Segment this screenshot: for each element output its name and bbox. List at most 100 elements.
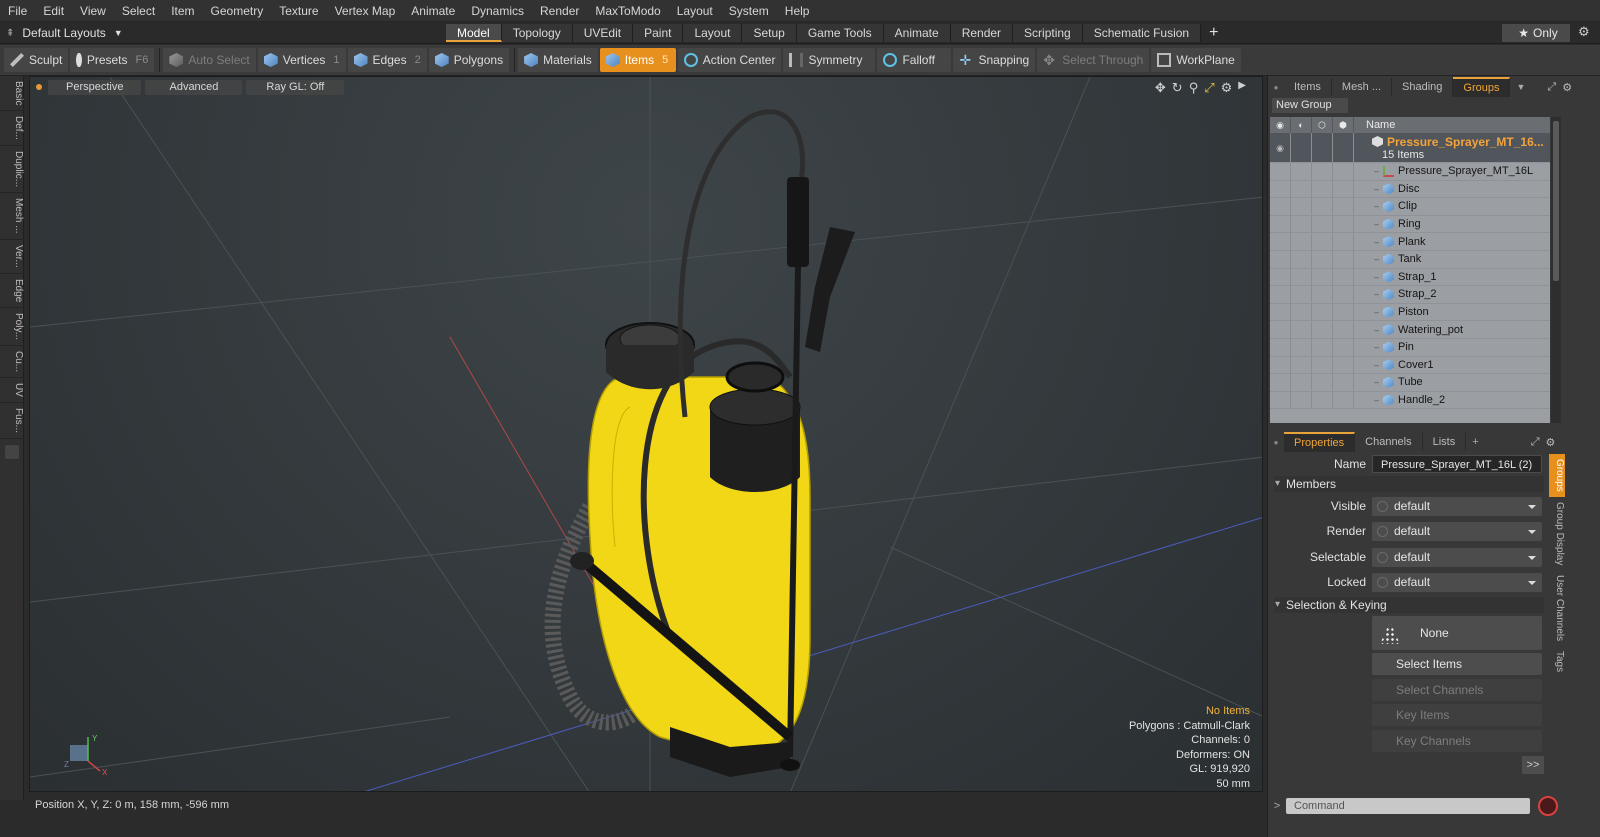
- menu-layout[interactable]: Layout: [669, 0, 721, 22]
- advanced-button[interactable]: Advanced: [145, 79, 243, 95]
- menu-edit[interactable]: Edit: [35, 0, 72, 22]
- tab-uvedit[interactable]: UVEdit: [572, 24, 634, 42]
- none-button[interactable]: None: [1372, 616, 1542, 650]
- menu-file[interactable]: File: [0, 0, 35, 22]
- tree-item-row[interactable]: – Clip: [1270, 198, 1550, 216]
- menu-view[interactable]: View: [72, 0, 114, 22]
- select-through-button[interactable]: ✥ Select Through: [1037, 48, 1150, 72]
- visible-dropdown[interactable]: default: [1372, 496, 1542, 516]
- tab-game-tools[interactable]: Game Tools: [796, 24, 884, 42]
- more-button[interactable]: >>: [1522, 756, 1544, 774]
- panel-expand-icon[interactable]: ⤢: [1547, 81, 1556, 94]
- menu-texture[interactable]: Texture: [271, 0, 326, 22]
- symmetry-button[interactable]: Symmetry: [783, 48, 876, 72]
- tab-items[interactable]: Items: [1284, 78, 1332, 96]
- panel-gear-icon[interactable]: ⚙: [1562, 81, 1572, 94]
- lock-column-icon[interactable]: ⬡: [1312, 117, 1333, 133]
- viewport-more-icon[interactable]: ▶: [1238, 80, 1246, 96]
- workplane-button[interactable]: WorkPlane: [1151, 48, 1241, 72]
- tab-layout[interactable]: Layout: [683, 24, 743, 42]
- maximize-icon[interactable]: ⤢: [1204, 80, 1214, 96]
- view-mode-button[interactable]: Perspective: [48, 79, 142, 95]
- layout-selector[interactable]: ⇞ Default Layouts ▼: [6, 22, 123, 44]
- edges-button[interactable]: Edges 2: [347, 48, 427, 72]
- tabs-dropdown-icon[interactable]: ▼: [1516, 82, 1525, 92]
- eye-icon[interactable]: ◉: [1270, 133, 1291, 162]
- falloff-button[interactable]: Falloff: [877, 48, 952, 72]
- tree-item-row[interactable]: – Watering_pot: [1270, 321, 1550, 339]
- tab-shading[interactable]: Shading: [1392, 78, 1454, 96]
- tab-model[interactable]: Model: [446, 24, 502, 42]
- tooltab-fusion[interactable]: Fus...: [0, 403, 24, 440]
- tooltab-vertex[interactable]: Ver...: [0, 240, 24, 274]
- tooltab-edge[interactable]: Edge: [0, 274, 24, 309]
- menu-select[interactable]: Select: [114, 0, 163, 22]
- tooltab-duplicate[interactable]: Duplic...: [0, 146, 24, 194]
- sidetab-groups[interactable]: Groups: [1549, 454, 1565, 497]
- tab-channels[interactable]: Channels: [1355, 433, 1423, 451]
- tree-item-row[interactable]: – Piston: [1270, 303, 1550, 322]
- tree-item-row[interactable]: – Tank: [1270, 250, 1550, 269]
- auto-select-button[interactable]: Auto Select: [163, 48, 256, 72]
- render-dropdown[interactable]: default: [1372, 521, 1542, 541]
- tab-setup[interactable]: Setup: [742, 24, 797, 42]
- name-field[interactable]: Pressure_Sprayer_MT_16L (2): [1372, 455, 1542, 473]
- menu-animate[interactable]: Animate: [403, 0, 463, 22]
- tab-paint[interactable]: Paint: [633, 24, 684, 42]
- tooltab-uv[interactable]: UV: [0, 378, 24, 404]
- menu-system[interactable]: System: [721, 0, 777, 22]
- tab-mesh[interactable]: Mesh ...: [1332, 78, 1393, 96]
- tab-topology[interactable]: Topology: [501, 24, 573, 42]
- tree-item-row[interactable]: – Plank: [1270, 233, 1550, 251]
- panel-expand-icon[interactable]: ⤢: [1531, 436, 1540, 449]
- snapping-button[interactable]: ✛ Snapping: [953, 48, 1036, 72]
- tooltab-basic[interactable]: Basic: [0, 76, 24, 112]
- members-section[interactable]: Members: [1274, 476, 1544, 492]
- pan-icon[interactable]: ✥: [1155, 80, 1166, 96]
- tree-item-row[interactable]: – Strap_1: [1270, 268, 1550, 287]
- gear-icon[interactable]: ⚙: [1578, 24, 1590, 40]
- tooltab-deform[interactable]: Def...: [0, 111, 24, 147]
- group-row[interactable]: ◉ Pressure_Sprayer_MT_16... 15 Items: [1270, 133, 1550, 163]
- materials-button[interactable]: Materials: [518, 48, 598, 72]
- select-channels-button[interactable]: Select Channels: [1372, 679, 1542, 701]
- select-items-button[interactable]: Select Items: [1372, 653, 1542, 675]
- zoom-icon[interactable]: ⚲: [1189, 80, 1199, 96]
- select-column-icon[interactable]: ⬢: [1333, 117, 1354, 133]
- rotate-icon[interactable]: ↻: [1172, 80, 1183, 96]
- presets-button[interactable]: Presets F6: [70, 48, 155, 72]
- selectable-dropdown[interactable]: default: [1372, 547, 1542, 567]
- tab-properties[interactable]: Properties: [1284, 432, 1356, 452]
- tab-groups[interactable]: Groups: [1453, 77, 1511, 97]
- tree-scrollbar[interactable]: [1551, 117, 1561, 423]
- key-channels-button[interactable]: Key Channels: [1372, 730, 1542, 752]
- ray-gl-button[interactable]: Ray GL: Off: [246, 79, 345, 95]
- sculpt-button[interactable]: Sculpt: [4, 48, 69, 72]
- key-items-button[interactable]: Key Items: [1372, 704, 1542, 726]
- tab-schematic-fusion[interactable]: Schematic Fusion: [1082, 24, 1202, 42]
- render-column-icon[interactable]: ◐: [1291, 117, 1312, 133]
- tab-render[interactable]: Render: [950, 24, 1014, 42]
- record-icon[interactable]: [1538, 796, 1558, 816]
- tree-item-row[interactable]: – Strap_2: [1270, 286, 1550, 304]
- tab-animate[interactable]: Animate: [883, 24, 951, 42]
- tab-lists[interactable]: Lists: [1423, 433, 1467, 451]
- menu-geometry[interactable]: Geometry: [203, 0, 272, 22]
- tree-scroll-thumb[interactable]: [1553, 121, 1559, 281]
- menu-help[interactable]: Help: [777, 0, 818, 22]
- new-group-button[interactable]: New Group: [1272, 98, 1348, 113]
- tree-item-row[interactable]: – Disc: [1270, 180, 1550, 199]
- sidetab-user-channels[interactable]: User Channels: [1549, 570, 1565, 646]
- items-button[interactable]: Items 5: [599, 48, 676, 72]
- vertices-button[interactable]: Vertices 1: [257, 48, 346, 72]
- viewport-menu-dot-icon[interactable]: [36, 84, 42, 90]
- tree-item-row[interactable]: – Ring: [1270, 215, 1550, 234]
- only-toggle[interactable]: ★ Only: [1502, 24, 1570, 42]
- sidetab-group-display[interactable]: Group Display: [1549, 497, 1565, 570]
- sidetab-tags[interactable]: Tags: [1549, 646, 1565, 677]
- tooltab-curve[interactable]: Cu...: [0, 346, 24, 379]
- polygons-button[interactable]: Polygons: [428, 48, 510, 72]
- eye-column-icon[interactable]: ◉: [1270, 117, 1291, 133]
- menu-item[interactable]: Item: [163, 0, 202, 22]
- 3d-viewport[interactable]: Y X Z Perspective Advanced Ray GL: Off ✥…: [29, 76, 1263, 792]
